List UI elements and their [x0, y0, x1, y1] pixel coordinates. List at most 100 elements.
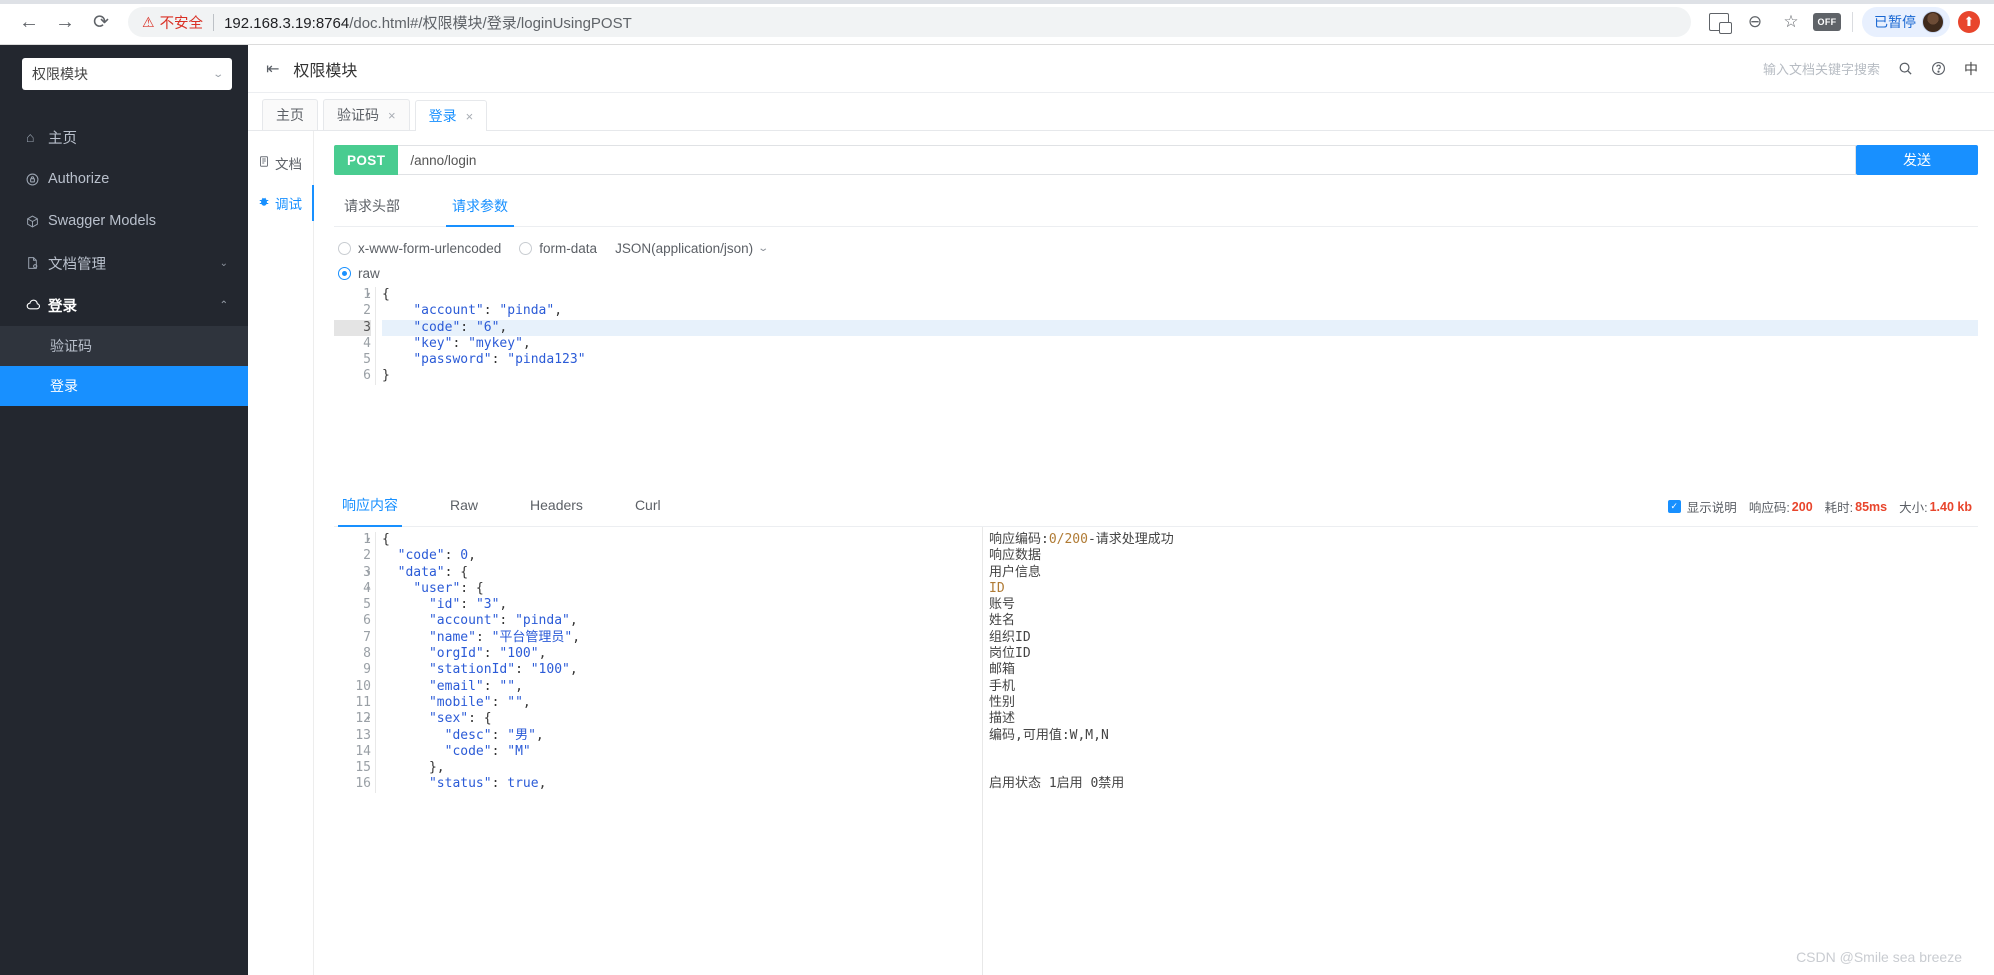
tab-response-raw[interactable]: Raw [446, 489, 482, 524]
code-line[interactable]: "desc": "男", [382, 728, 982, 744]
response-field-description [989, 744, 1978, 760]
collapse-sidebar-icon[interactable]: ⇤ [266, 59, 279, 79]
code-token: "mykey" [468, 335, 523, 351]
code-line[interactable]: "sex": { [382, 711, 982, 727]
home-icon: ⌂ [26, 129, 35, 145]
code-token: , [572, 629, 581, 645]
update-icon[interactable]: ⬆ [1958, 11, 1980, 33]
radio-form-data[interactable]: form-data [519, 241, 597, 256]
code-line[interactable]: "name": "平台管理员", [382, 630, 982, 646]
tab-captcha[interactable]: 验证码 × [323, 99, 410, 130]
tab-request-headers[interactable]: 请求头部 [338, 189, 406, 226]
not-secure-label[interactable]: 不安全 [160, 12, 204, 33]
sidebar-subitem-captcha[interactable]: 验证码 [0, 326, 248, 366]
code-token: "key" [413, 335, 453, 351]
show-description-checkbox[interactable]: ✓ [1667, 500, 1681, 513]
show-description-label[interactable]: 显示说明 [1687, 497, 1737, 516]
code-line[interactable]: }, [382, 760, 982, 776]
search-input[interactable]: 输入文档关键字搜索 [1710, 59, 1880, 78]
fold-toggle-icon[interactable]: ▾ [366, 565, 371, 581]
address-bar[interactable]: ⚠ 不安全 192.168.3.19:8764/doc.html#/权限模块/登… [128, 7, 1691, 37]
fold-toggle-icon[interactable]: ▾ [366, 581, 371, 597]
sidebar-subitem-login[interactable]: 登录 [0, 366, 248, 406]
close-icon[interactable]: × [466, 109, 474, 124]
tab-response-curl[interactable]: Curl [631, 489, 665, 524]
response-gutter: 1 ▾ 2 3 ▾ 4 ▾ 5 6 7 8 9 10 11 12 ▾ 13 14 15 16 [334, 532, 376, 793]
code-line[interactable]: "orgId": "100", [382, 646, 982, 662]
code-line[interactable]: { [382, 532, 982, 548]
code-line[interactable]: "key": "mykey", [382, 336, 1978, 352]
request-path-input[interactable]: /anno/login [398, 145, 1856, 175]
send-button[interactable]: 发送 [1856, 145, 1978, 175]
code-token: , [522, 335, 531, 351]
line-number: 3 [334, 319, 371, 336]
sidebar-item-swagger-models[interactable]: Swagger Models [0, 200, 248, 242]
tab-response-body[interactable]: 响应内容 [338, 487, 402, 527]
code-token: , [569, 662, 578, 678]
url-text[interactable]: 192.168.3.19:8764/doc.html#/权限模块/登录/logi… [224, 12, 632, 33]
module-select[interactable]: 权限模块 ⌄ [22, 58, 232, 90]
code-line[interactable]: "code": "M" [382, 744, 982, 760]
fold-toggle-icon[interactable]: ▾ [366, 532, 371, 548]
fold-toggle-icon[interactable]: ▾ [366, 711, 371, 727]
sidebar-item-authorize[interactable]: Authorize [0, 158, 248, 200]
mode-item-document[interactable]: 文档 [248, 143, 313, 183]
help-icon[interactable] [1931, 61, 1946, 76]
json-content-type-select[interactable]: JSON(application/json) ⌄ [615, 241, 769, 256]
tab-response-headers[interactable]: Headers [526, 489, 587, 524]
close-icon[interactable]: × [388, 108, 396, 123]
response-code-column[interactable]: 1 ▾ 2 3 ▾ 4 ▾ 5 6 7 8 9 10 11 12 ▾ 13 14 15 16 { "code": 0,… [334, 527, 982, 975]
code-line[interactable]: "code": "6", [382, 319, 1978, 336]
request-code-lines[interactable]: { "account": "pinda", "code": "6", "key"… [376, 287, 1978, 385]
page-title: 权限模块 [293, 62, 358, 80]
code-line[interactable]: "password": "pinda123" [382, 352, 1978, 368]
code-line[interactable]: "email": "", [382, 679, 982, 695]
line-number: 8 [363, 646, 371, 662]
radio-raw[interactable]: raw [338, 266, 1960, 281]
code-line[interactable]: "status": true, [382, 776, 982, 792]
back-button[interactable]: ← [14, 7, 44, 37]
zoom-out-icon[interactable]: ⊖ [1739, 6, 1771, 38]
mode-item-debug[interactable]: 调试 [248, 183, 314, 223]
language-toggle[interactable]: 中 [1964, 59, 1978, 79]
code-line[interactable]: { [382, 287, 1978, 303]
translate-icon[interactable] [1703, 6, 1735, 38]
fold-toggle-icon[interactable]: ▾ [366, 287, 371, 303]
radio-label: form-data [539, 241, 598, 256]
extension-off-badge[interactable]: OFF [1811, 6, 1843, 38]
line-number: 5 [363, 352, 371, 368]
code-line[interactable]: "code": 0, [382, 548, 982, 564]
request-body-editor[interactable]: 1 ▾ 2 3 4 5 6 { "account": "pinda", "code": "6… [334, 287, 1978, 485]
radio-indicator [338, 242, 351, 255]
tab-home[interactable]: 主页 [262, 99, 318, 130]
mode-item-label: 调试 [275, 197, 302, 212]
sidebar-item-home[interactable]: ⌂ 主页 [0, 116, 248, 158]
radio-x-www-form-urlencoded[interactable]: x-www-form-urlencoded [338, 241, 501, 256]
forward-button[interactable]: → [50, 7, 80, 37]
search-icon[interactable] [1898, 61, 1913, 76]
code-line[interactable]: "stationId": "100", [382, 662, 982, 678]
cloud-icon [26, 299, 48, 311]
line-number: 7 [363, 629, 371, 645]
code-line[interactable]: } [382, 368, 1978, 384]
request-tabs: 请求头部 请求参数 [334, 189, 1978, 227]
sidebar-item-login-group[interactable]: 登录 ⌃ [0, 284, 248, 326]
chevron-down-icon: ⌄ [211, 68, 224, 80]
response-code-lines[interactable]: { "code": 0, "data": { "user": { "id": "… [376, 532, 982, 793]
code-line[interactable]: "id": "3", [382, 597, 982, 613]
code-line[interactable]: "data": { [382, 565, 982, 581]
code-line[interactable]: "account": "pinda", [382, 613, 982, 629]
code-line[interactable]: "account": "pinda", [382, 303, 1978, 319]
tab-request-params[interactable]: 请求参数 [446, 189, 514, 227]
code-line[interactable]: "mobile": "", [382, 695, 982, 711]
bookmark-star-icon[interactable]: ☆ [1775, 6, 1807, 38]
sidebar-item-doc-manage[interactable]: 文档管理 ⌄ [0, 242, 248, 284]
code-line[interactable]: "user": { [382, 581, 982, 597]
response-description-column: 响应编码:0/200-请求处理成功 响应数据 用户信息 ID 账号 姓名 组织ID 岗位ID 邮… [982, 527, 1978, 975]
code-token: : [475, 629, 492, 645]
tab-login[interactable]: 登录 × [414, 100, 488, 131]
reload-button[interactable]: ⟳ [86, 7, 116, 37]
profile-paused-pill[interactable]: 已暂停 [1862, 7, 1950, 37]
code-token: "password" [413, 352, 492, 368]
